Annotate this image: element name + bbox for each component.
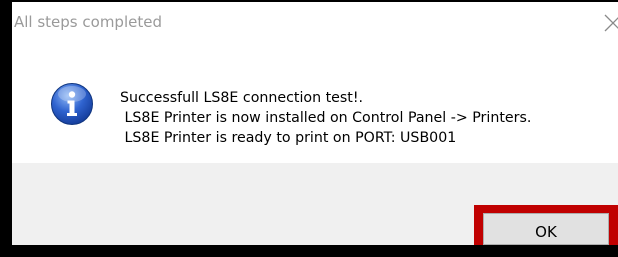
close-button[interactable] (600, 8, 618, 38)
ok-highlight-box: OK (474, 205, 618, 245)
message-line: Successfull LS8E connection test!. (120, 90, 364, 106)
info-icon (51, 83, 93, 125)
message-line: LS8E Printer is now installed on Control… (120, 110, 532, 126)
title-bar: All steps completed (12, 2, 618, 40)
button-bar: OK (12, 163, 618, 245)
close-icon (604, 14, 618, 32)
ok-button[interactable]: OK (483, 213, 609, 245)
dialog-content: Successfull LS8E connection test!. LS8E … (12, 40, 618, 163)
message-text: Successfull LS8E connection test!. LS8E … (120, 88, 531, 148)
dialog-title: All steps completed (14, 13, 162, 31)
message-dialog: All steps completed Successfull LS8E con… (12, 2, 618, 245)
screenshot-frame: All steps completed Successfull LS8E con… (0, 0, 618, 257)
message-line: LS8E Printer is ready to print on PORT: … (120, 130, 457, 146)
